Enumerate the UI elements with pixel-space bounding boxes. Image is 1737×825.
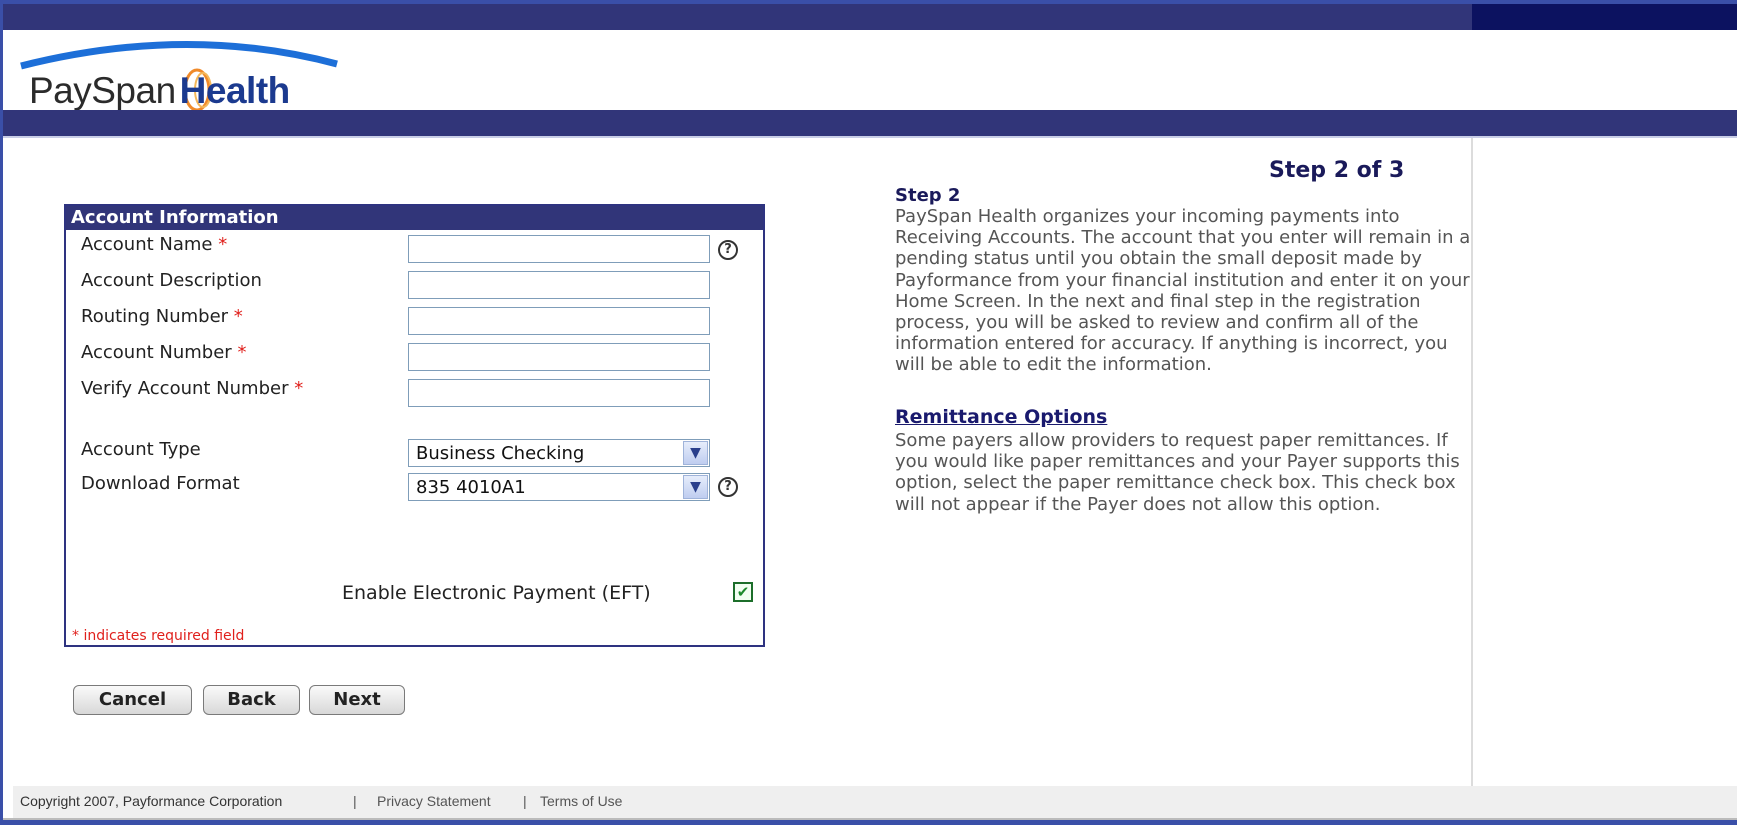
footer: Copyright 2007, Payformance Corporation … [13,786,1737,818]
required-marker: * [237,342,247,363]
download-format-label: Download Format [81,473,240,494]
logo-pay-text: PaySpan [29,70,176,111]
download-format-select[interactable]: 835 4010A1 ▼ [408,473,710,501]
nav-bar [3,110,1737,136]
chevron-down-icon[interactable]: ▼ [683,441,708,465]
chevron-down-icon[interactable]: ▼ [683,475,708,499]
account-information-panel: Account Information Account Name * ? Acc… [64,204,765,647]
cancel-button[interactable]: Cancel [73,685,192,715]
account-number-label-text: Account Number [81,342,232,363]
terms-of-use-link[interactable]: Terms of Use [540,793,622,809]
account-name-label: Account Name * [81,234,227,255]
account-number-label: Account Number * [81,342,246,363]
verify-account-number-label: Verify Account Number * [81,378,303,399]
account-description-label: Account Description [81,270,262,291]
main-content: Step 2 of 3 Account Information Account … [13,138,1471,786]
account-number-input[interactable] [408,343,710,371]
account-description-label-text: Account Description [81,270,262,291]
eft-label: Enable Electronic Payment (EFT) [342,582,651,604]
checkmark-icon: ✔ [736,583,750,601]
next-button[interactable]: Next [309,685,405,715]
app-window: PaySpan Health Step 2 of 3 Account Inform… [3,4,1737,820]
remittance-options-link[interactable]: Remittance Options [895,406,1107,428]
footer-separator: | [523,793,527,809]
payspan-logo: PaySpan Health [17,38,379,112]
account-description-input[interactable] [408,271,710,299]
top-bar-accent [1472,4,1737,30]
privacy-statement-link[interactable]: Privacy Statement [377,793,491,809]
back-button[interactable]: Back [203,685,300,715]
account-type-value: Business Checking [416,443,585,464]
bottom-strip [3,818,1737,820]
help-step-title: Step 2 [895,185,961,206]
routing-number-input[interactable] [408,307,710,335]
logo-area: PaySpan Health [3,30,1737,114]
eft-checkbox[interactable]: ✔ [733,582,753,602]
top-bar [3,4,1737,30]
required-field-note: * indicates required field [72,628,245,644]
download-format-value: 835 4010A1 [416,477,526,498]
logo-wordmark: PaySpan Health [29,70,290,112]
panel-title: Account Information [66,206,763,230]
question-circle-icon[interactable]: ? [718,477,738,497]
footer-separator: | [353,793,357,809]
help-step-text: PaySpan Health organizes your incoming p… [895,206,1471,376]
verify-account-number-input[interactable] [408,379,710,407]
question-circle-icon[interactable]: ? [718,240,738,260]
verify-account-number-label-text: Verify Account Number [81,378,289,399]
right-panel [1471,138,1737,786]
account-name-input[interactable] [408,235,710,263]
step-indicator: Step 2 of 3 [1269,158,1405,183]
required-marker: * [233,306,243,327]
routing-number-label-text: Routing Number [81,306,229,327]
logo-health-text: Health [179,70,291,111]
account-name-label-text: Account Name [81,234,213,255]
copyright-text: Copyright 2007, Payformance Corporation [20,793,283,809]
required-marker: * [218,234,228,255]
remittance-options-text: Some payers allow providers to request p… [895,430,1460,515]
account-type-select[interactable]: Business Checking ▼ [408,439,710,467]
required-marker: * [294,378,304,399]
routing-number-label: Routing Number * [81,306,243,327]
account-type-label: Account Type [81,439,201,460]
